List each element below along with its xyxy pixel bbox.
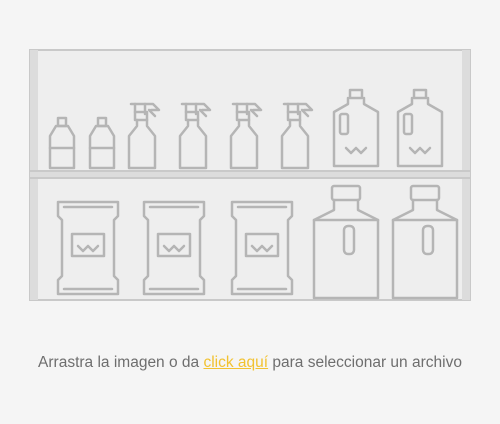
upload-text-after: para seleccionar un archivo bbox=[268, 354, 462, 371]
select-file-link[interactable]: click aquí bbox=[203, 354, 268, 371]
shelf-unit bbox=[29, 49, 471, 301]
shelf-with-cleaning-products-icon bbox=[29, 49, 471, 301]
upload-instructions: Arrastra la imagen o da click aquí para … bbox=[0, 354, 500, 372]
shelf-board bbox=[30, 171, 470, 178]
upload-text-before: Arrastra la imagen o da bbox=[38, 354, 204, 371]
